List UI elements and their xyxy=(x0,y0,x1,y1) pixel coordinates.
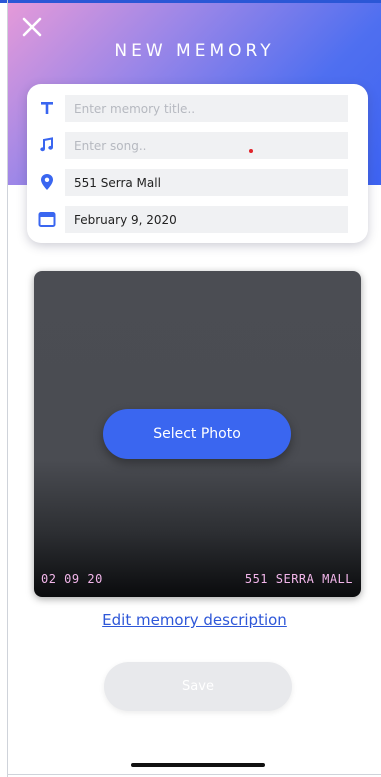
close-icon[interactable] xyxy=(20,15,44,39)
memory-title-input[interactable] xyxy=(65,95,348,122)
select-photo-button[interactable]: Select Photo xyxy=(103,409,291,459)
song-input[interactable] xyxy=(65,132,348,159)
photo-location-stamp: 551 SERRA MALL xyxy=(244,572,353,586)
new-memory-screen: NEW MEMORY Enter memory title.. Enter so… xyxy=(0,0,381,777)
location-input[interactable] xyxy=(65,169,348,196)
photo-date-stamp: 02 09 20 xyxy=(41,572,103,586)
date-row xyxy=(27,206,368,233)
page-title: NEW MEMORY xyxy=(114,41,275,61)
cursor-dot xyxy=(249,149,253,153)
music-note-icon xyxy=(37,135,57,155)
title-row xyxy=(27,95,368,122)
save-button[interactable]: Save xyxy=(104,662,292,711)
song-row xyxy=(27,132,368,159)
photo-preview: Select Photo 02 09 20 551 SERRA MALL xyxy=(34,271,361,597)
memory-form-card xyxy=(27,84,368,243)
bottom-border xyxy=(8,774,381,775)
location-pin-icon xyxy=(37,172,57,192)
home-indicator[interactable] xyxy=(131,763,265,767)
calendar-icon xyxy=(37,209,57,229)
edit-description-link[interactable]: Edit memory description xyxy=(8,611,381,629)
text-icon xyxy=(37,98,57,118)
date-input[interactable] xyxy=(65,206,348,233)
location-row xyxy=(27,169,368,196)
